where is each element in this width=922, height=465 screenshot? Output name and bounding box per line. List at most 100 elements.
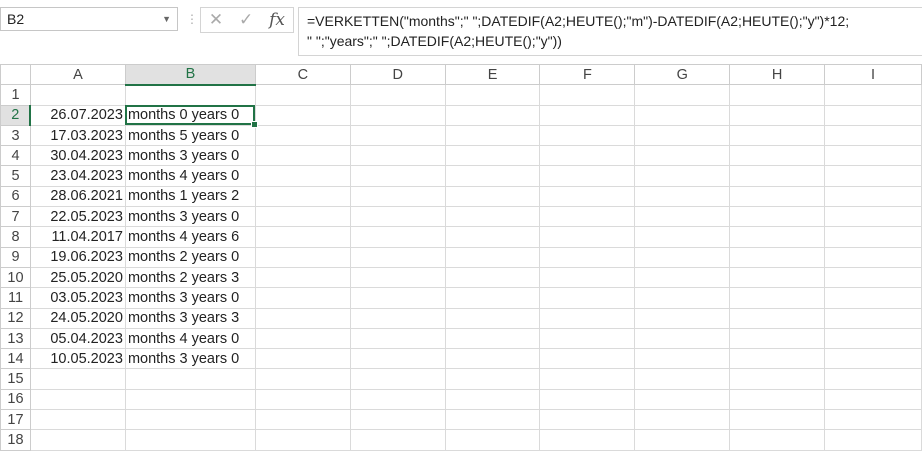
formula-input[interactable]: =VERKETTEN("months";" ";DATEDIF(A2;HEUTE… [298,7,922,56]
cell-G11[interactable] [634,287,731,309]
cell-F6[interactable] [539,185,636,208]
cell-F16[interactable] [539,388,636,411]
cell-C3[interactable] [254,124,351,147]
cell-H15[interactable] [729,368,826,390]
cell-I18[interactable] [824,429,922,451]
cell-G16[interactable] [634,388,731,411]
cell-E14[interactable] [444,348,541,370]
row-header[interactable]: 17 [0,409,31,431]
cell-F17[interactable] [539,409,636,431]
cell-B2[interactable]: months 0 years 0 [124,104,258,128]
cell-D2[interactable] [349,104,446,126]
row-header[interactable]: 1 [0,84,31,106]
cell-I13[interactable] [824,327,922,350]
row-header[interactable]: 6 [0,185,31,208]
cell-B4[interactable]: months 3 years 0 [124,145,256,167]
row-header[interactable]: 7 [0,206,31,228]
cell-A13[interactable]: 05.04.2023 [29,327,126,350]
row-header[interactable]: 8 [0,226,31,248]
cell-G12[interactable] [634,307,731,329]
cell-H8[interactable] [729,226,826,248]
column-header-E[interactable]: E [444,63,541,86]
cell-G14[interactable] [634,348,731,370]
cell-I7[interactable] [824,206,922,228]
cell-A12[interactable]: 24.05.2020 [29,307,126,329]
cell-G15[interactable] [634,368,731,390]
fill-handle[interactable] [250,120,258,128]
column-header-D[interactable]: D [349,63,446,86]
cell-E9[interactable] [444,246,541,268]
cell-F7[interactable] [539,206,636,228]
cell-G10[interactable] [634,266,731,289]
cell-D6[interactable] [349,185,446,208]
cell-D13[interactable] [349,327,446,350]
cell-H5[interactable] [729,165,826,187]
cell-G7[interactable] [634,206,731,228]
cell-E3[interactable] [444,124,541,147]
cell-G1[interactable] [634,84,731,106]
cell-C15[interactable] [254,368,351,390]
cell-D4[interactable] [349,145,446,167]
cell-G13[interactable] [634,327,731,350]
cell-D3[interactable] [349,124,446,147]
cell-E13[interactable] [444,327,541,350]
row-header[interactable]: 3 [0,124,31,147]
cell-C10[interactable] [254,266,351,289]
row-header[interactable]: 5 [0,165,31,187]
cell-D16[interactable] [349,388,446,411]
cell-C17[interactable] [254,409,351,431]
cell-B13[interactable]: months 4 years 0 [124,327,256,350]
cell-I11[interactable] [824,287,922,309]
cell-A3[interactable]: 17.03.2023 [29,124,126,147]
cell-H18[interactable] [729,429,826,451]
row-header[interactable]: 9 [0,246,31,268]
cell-A6[interactable]: 28.06.2021 [29,185,126,208]
cell-A11[interactable]: 03.05.2023 [29,287,126,309]
cell-E8[interactable] [444,226,541,248]
cell-B18[interactable] [124,429,256,451]
cell-B17[interactable] [124,409,256,431]
cell-A9[interactable]: 19.06.2023 [29,246,126,268]
cell-B16[interactable] [124,388,256,411]
cell-D5[interactable] [349,165,446,187]
cell-H14[interactable] [729,348,826,370]
cell-F4[interactable] [539,145,636,167]
insert-function-icon[interactable]: fx [269,10,285,30]
cell-I12[interactable] [824,307,922,329]
cell-A14[interactable]: 10.05.2023 [29,348,126,370]
cell-C18[interactable] [254,429,351,451]
cell-G5[interactable] [634,165,731,187]
cell-I10[interactable] [824,266,922,289]
cell-D12[interactable] [349,307,446,329]
cell-C14[interactable] [254,348,351,370]
row-header[interactable]: 11 [0,287,31,309]
cell-F12[interactable] [539,307,636,329]
row-header[interactable]: 13 [0,327,31,350]
cell-A1[interactable] [29,84,126,106]
cell-E7[interactable] [444,206,541,228]
cell-B10[interactable]: months 2 years 3 [124,266,256,289]
cell-A5[interactable]: 23.04.2023 [29,165,126,187]
cell-B8[interactable]: months 4 years 6 [124,226,256,248]
cell-A17[interactable] [29,409,126,431]
cell-G4[interactable] [634,145,731,167]
cell-I5[interactable] [824,165,922,187]
cell-D18[interactable] [349,429,446,451]
cell-I2[interactable] [824,104,922,126]
cell-B9[interactable]: months 2 years 0 [124,246,256,268]
cell-F9[interactable] [539,246,636,268]
cell-H1[interactable] [729,84,826,106]
cell-B3[interactable]: months 5 years 0 [124,124,256,147]
column-header-C[interactable]: C [254,63,351,86]
cell-G9[interactable] [634,246,731,268]
cell-H2[interactable] [729,104,826,126]
cell-H11[interactable] [729,287,826,309]
row-header[interactable]: 15 [0,368,31,390]
cell-A16[interactable] [29,388,126,411]
cell-C6[interactable] [254,185,351,208]
cell-C9[interactable] [254,246,351,268]
cell-D9[interactable] [349,246,446,268]
cell-I17[interactable] [824,409,922,431]
cell-F3[interactable] [539,124,636,147]
cell-H9[interactable] [729,246,826,268]
